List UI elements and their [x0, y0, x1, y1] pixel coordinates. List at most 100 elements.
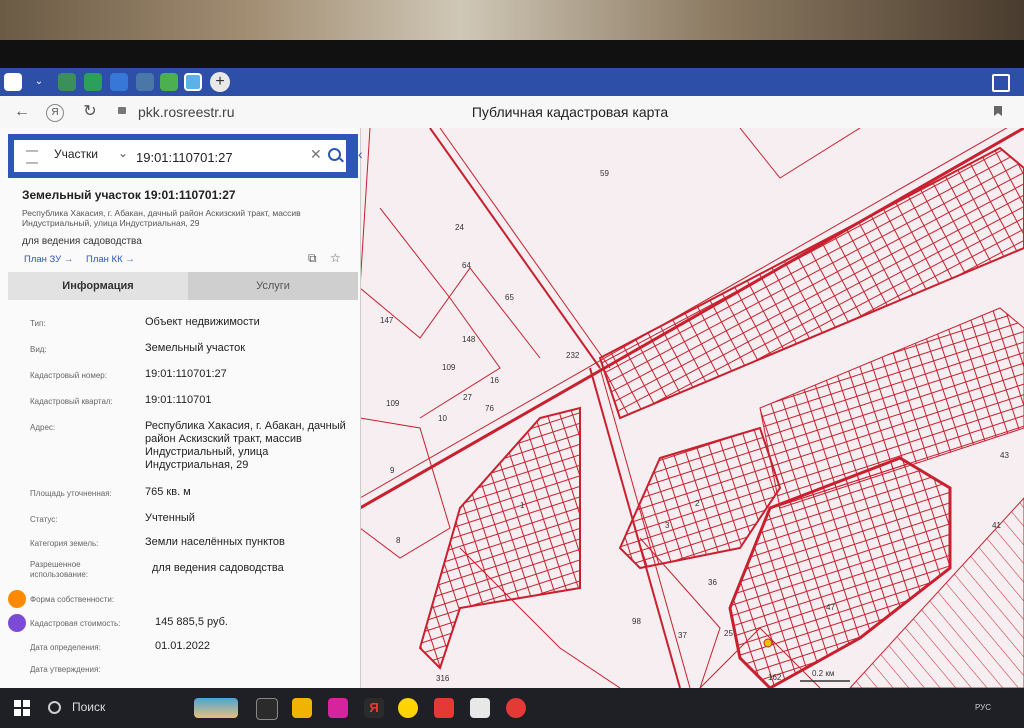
page-title: Публичная кадастровая карта	[471, 104, 669, 120]
file-explorer-icon[interactable]	[292, 698, 312, 718]
tab-bar: Информация Услуги	[8, 272, 358, 300]
info-label: Кадастровый номер:	[30, 371, 107, 380]
yandex-app-icon[interactable]	[398, 698, 418, 718]
info-label: Категория земель:	[30, 539, 99, 548]
reload-button[interactable]: ↻	[80, 102, 100, 122]
windows-start-icon[interactable]	[14, 700, 30, 716]
map-label: 2	[695, 499, 700, 508]
instagram-icon[interactable]	[328, 698, 348, 718]
map-label: 16	[490, 376, 499, 385]
info-label: Кадастровый квартал:	[30, 397, 113, 406]
tab-favicon-2[interactable]	[84, 73, 102, 91]
language-indicator[interactable]: РУС	[975, 703, 991, 712]
tab-info[interactable]: Информация	[8, 272, 188, 300]
tab-services[interactable]: Услуги	[188, 272, 358, 300]
map-label: 36	[708, 578, 717, 587]
app-icon-window[interactable]	[470, 698, 490, 718]
tab-favicon-active[interactable]	[184, 73, 202, 91]
info-panel: Участки ⌄ ✕ ‹ Земельный участок 19:01:11…	[0, 128, 363, 688]
info-label: Дата определения:	[30, 643, 101, 652]
parcel-title: Земельный участок 19:01:110701:27	[22, 188, 236, 202]
map-label: 8	[396, 536, 401, 545]
chevron-down-icon[interactable]: ⌄	[118, 146, 128, 160]
map-label: 25	[724, 629, 733, 638]
screen: ⌄ + ← Я ↻ pkk.rosreestr.ru Публичная кад…	[0, 68, 1024, 728]
yandex-icon[interactable]	[506, 698, 526, 718]
info-value: Земли населённых пунктов	[145, 536, 285, 548]
info-value: Республика Хакасия, г. Абакан, дачный ра…	[145, 420, 346, 471]
info-label: Тип:	[30, 319, 46, 328]
info-value: 19:01:110701	[145, 394, 212, 406]
map-label: 316	[436, 674, 450, 683]
info-value: 765 кв. м	[145, 486, 191, 498]
parcel-purpose: для ведения садоводства	[22, 236, 142, 247]
parcel-address: Республика Хакасия, г. Абакан, дачный ра…	[22, 208, 301, 228]
plan-kk-link[interactable]: План КК →	[86, 254, 135, 265]
url-field[interactable]: pkk.rosreestr.ru	[112, 102, 234, 122]
new-tab-button[interactable]: +	[210, 72, 230, 92]
zoom-to-icon[interactable]: ⧉	[308, 252, 320, 264]
plan-zu-link[interactable]: План ЗУ →	[24, 254, 73, 265]
side-app-icon[interactable]	[8, 590, 26, 608]
map-scale-label: 0.2 км	[812, 669, 834, 678]
taskbar-search-label[interactable]: Поиск	[72, 700, 105, 714]
map-label: 109	[386, 399, 400, 408]
map-label: 3	[665, 521, 670, 530]
search-input[interactable]	[134, 146, 308, 168]
search-category[interactable]: Участки	[54, 147, 98, 161]
map-label: 109	[442, 363, 456, 372]
map-label: 27	[463, 393, 472, 402]
map-label: 64	[462, 261, 471, 270]
search-box: Участки ⌄ ✕	[14, 140, 346, 172]
map-label: 147	[380, 316, 394, 325]
map-label: 148	[462, 335, 476, 344]
address-bar: ← Я ↻ pkk.rosreestr.ru Публичная кадастр…	[0, 96, 1024, 129]
map-label: 1	[520, 501, 525, 510]
browser-tab-strip: ⌄ +	[0, 68, 1024, 96]
map-label: 41	[992, 521, 1001, 530]
info-label: Вид:	[30, 345, 47, 354]
info-value: 01.01.2022	[155, 640, 211, 652]
tab-favicon-check[interactable]	[160, 73, 178, 91]
yandex-icon[interactable]: Я	[46, 104, 64, 122]
back-button[interactable]: ←	[12, 102, 32, 122]
search-icon[interactable]	[48, 701, 61, 714]
app-icon-red[interactable]	[434, 698, 454, 718]
map-label: 232	[566, 351, 580, 360]
alice-icon[interactable]	[8, 614, 26, 632]
search-bar: Участки ⌄ ✕	[8, 134, 358, 178]
tab-favicon-vk[interactable]	[136, 73, 154, 91]
info-label: Форма собственности:	[30, 595, 115, 604]
copy-icon[interactable]	[992, 74, 1010, 92]
tab-favicon-1[interactable]	[58, 73, 76, 91]
windows-taskbar: Поиск Я РУС	[0, 688, 1024, 728]
info-value: Учтенный	[145, 512, 195, 524]
info-label: Кадастровая стоимость:	[30, 619, 121, 628]
task-view-icon[interactable]	[256, 698, 278, 720]
menu-icon[interactable]	[26, 150, 38, 164]
monitor-bezel	[0, 40, 1024, 68]
info-value: Объект недвижимости	[145, 316, 260, 328]
close-icon[interactable]: ✕	[310, 146, 322, 163]
map-label: 10	[438, 414, 447, 423]
browser-logo-icon[interactable]	[4, 73, 22, 91]
star-icon[interactable]: ☆	[330, 252, 342, 264]
map-label: 65	[505, 293, 514, 302]
info-value: для ведения садоводства	[152, 562, 284, 574]
info-label: Адрес:	[30, 423, 56, 432]
info-value: 145 885,5 руб.	[155, 616, 228, 628]
tab-favicon-3[interactable]	[110, 73, 128, 91]
info-label: Разрешенное использование:	[30, 560, 89, 579]
bookmark-icon[interactable]	[994, 106, 1002, 116]
tabs-dropdown-icon[interactable]: ⌄	[30, 73, 48, 91]
info-label: Дата утверждения:	[30, 665, 101, 674]
map-label: 9	[390, 466, 395, 475]
search-icon[interactable]	[328, 148, 341, 161]
map-label: 37	[678, 631, 687, 640]
info-label: Площадь уточненная:	[30, 489, 112, 498]
map-label: 24	[455, 223, 464, 232]
collapse-panel-icon[interactable]: ‹	[358, 146, 363, 162]
yandex-browser-icon[interactable]: Я	[364, 698, 384, 718]
map-label: 59	[600, 169, 609, 178]
search-highlight-image	[194, 698, 238, 718]
